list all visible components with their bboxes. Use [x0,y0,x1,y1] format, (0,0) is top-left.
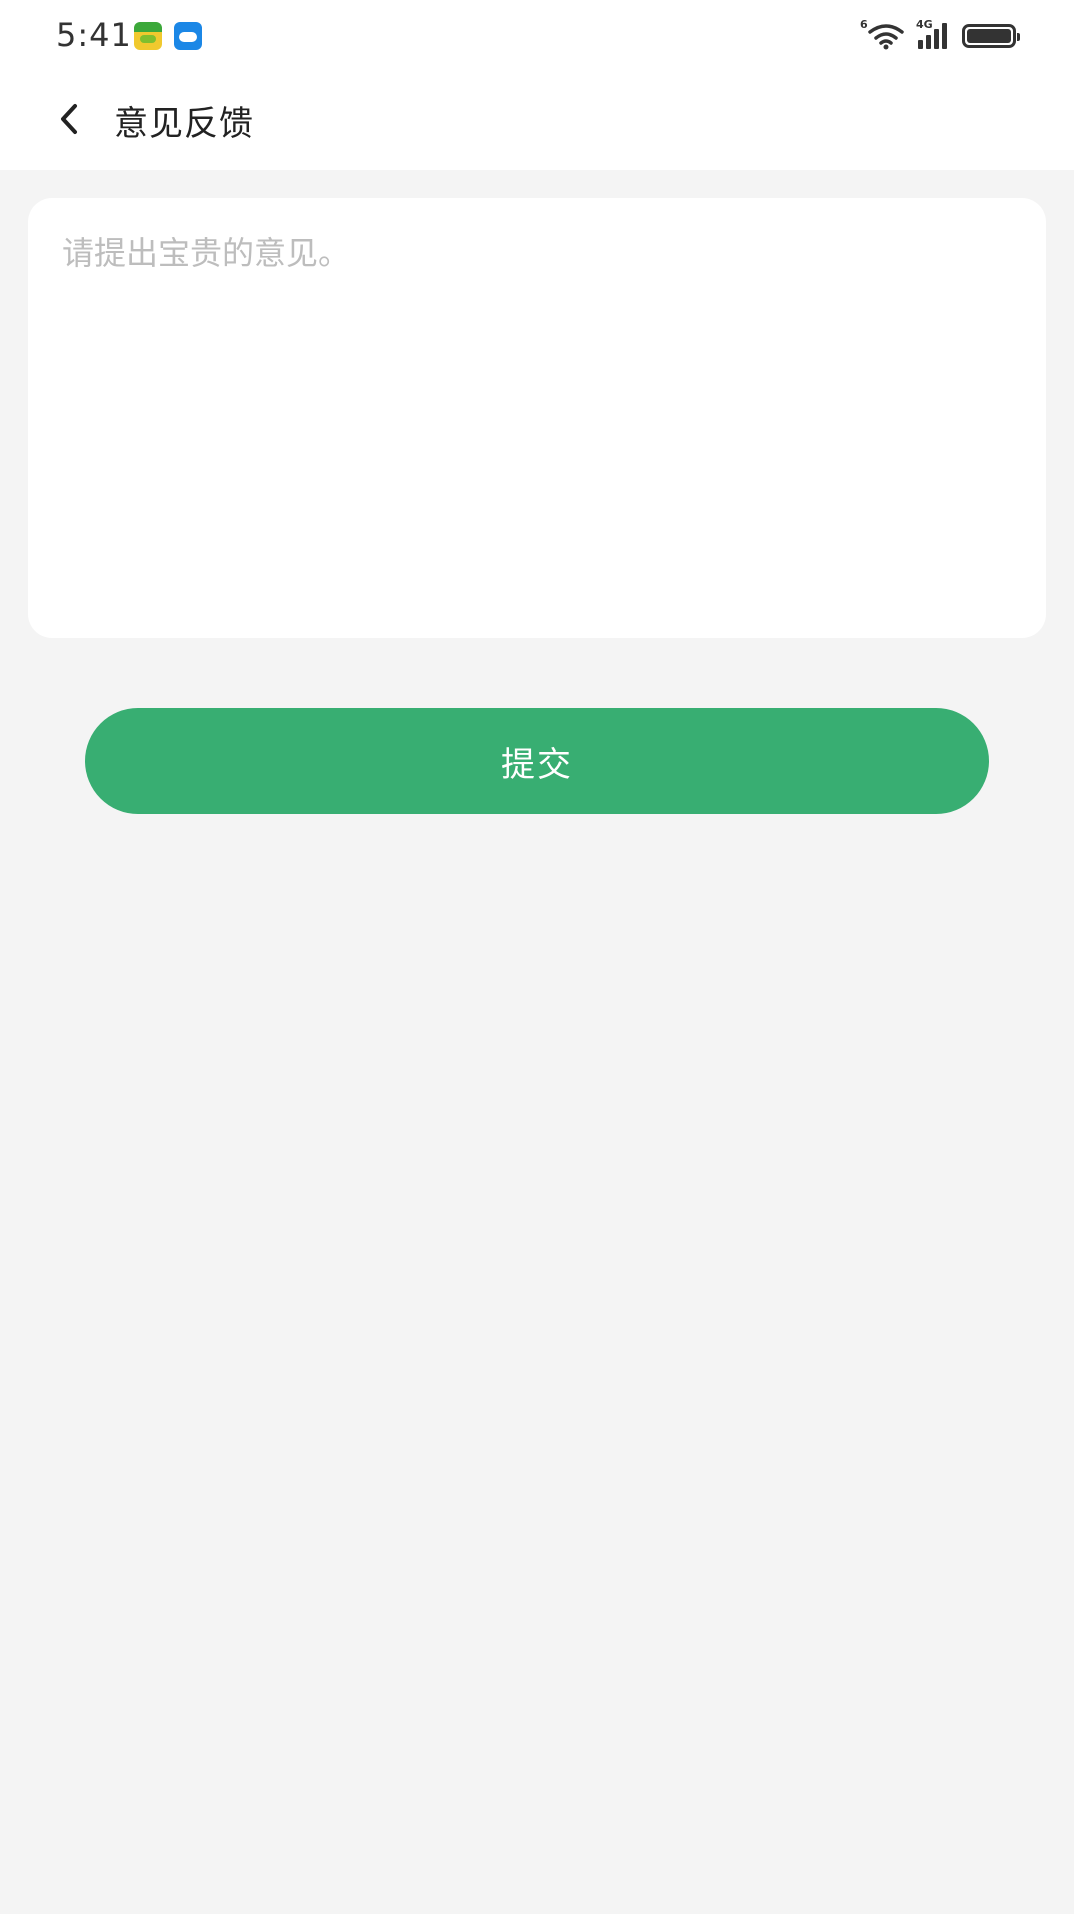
wifi-indicator: 6 [860,18,906,50]
battery-icon [962,24,1020,48]
game-app-icon [134,22,162,50]
page-title: 意见反馈 [114,104,254,144]
cellular-indicator: 4G [916,18,952,50]
status-indicators: 6 4G [860,18,1020,52]
feedback-card [28,198,1046,638]
wifi-label: 6 [860,18,868,31]
chevron-left-icon [61,104,77,134]
network-label: 4G [916,18,933,31]
weather-app-icon [174,22,202,50]
battery-level [967,29,1011,43]
status-bar: 5:41 6 4G [0,0,1074,72]
wifi-icon [868,24,904,50]
status-time: 5:41 [56,16,132,54]
feedback-input[interactable] [28,198,1046,638]
back-button[interactable] [56,94,106,144]
submit-button[interactable]: 提交 [85,708,989,814]
navigation-bar: 意见反馈 [0,72,1074,170]
